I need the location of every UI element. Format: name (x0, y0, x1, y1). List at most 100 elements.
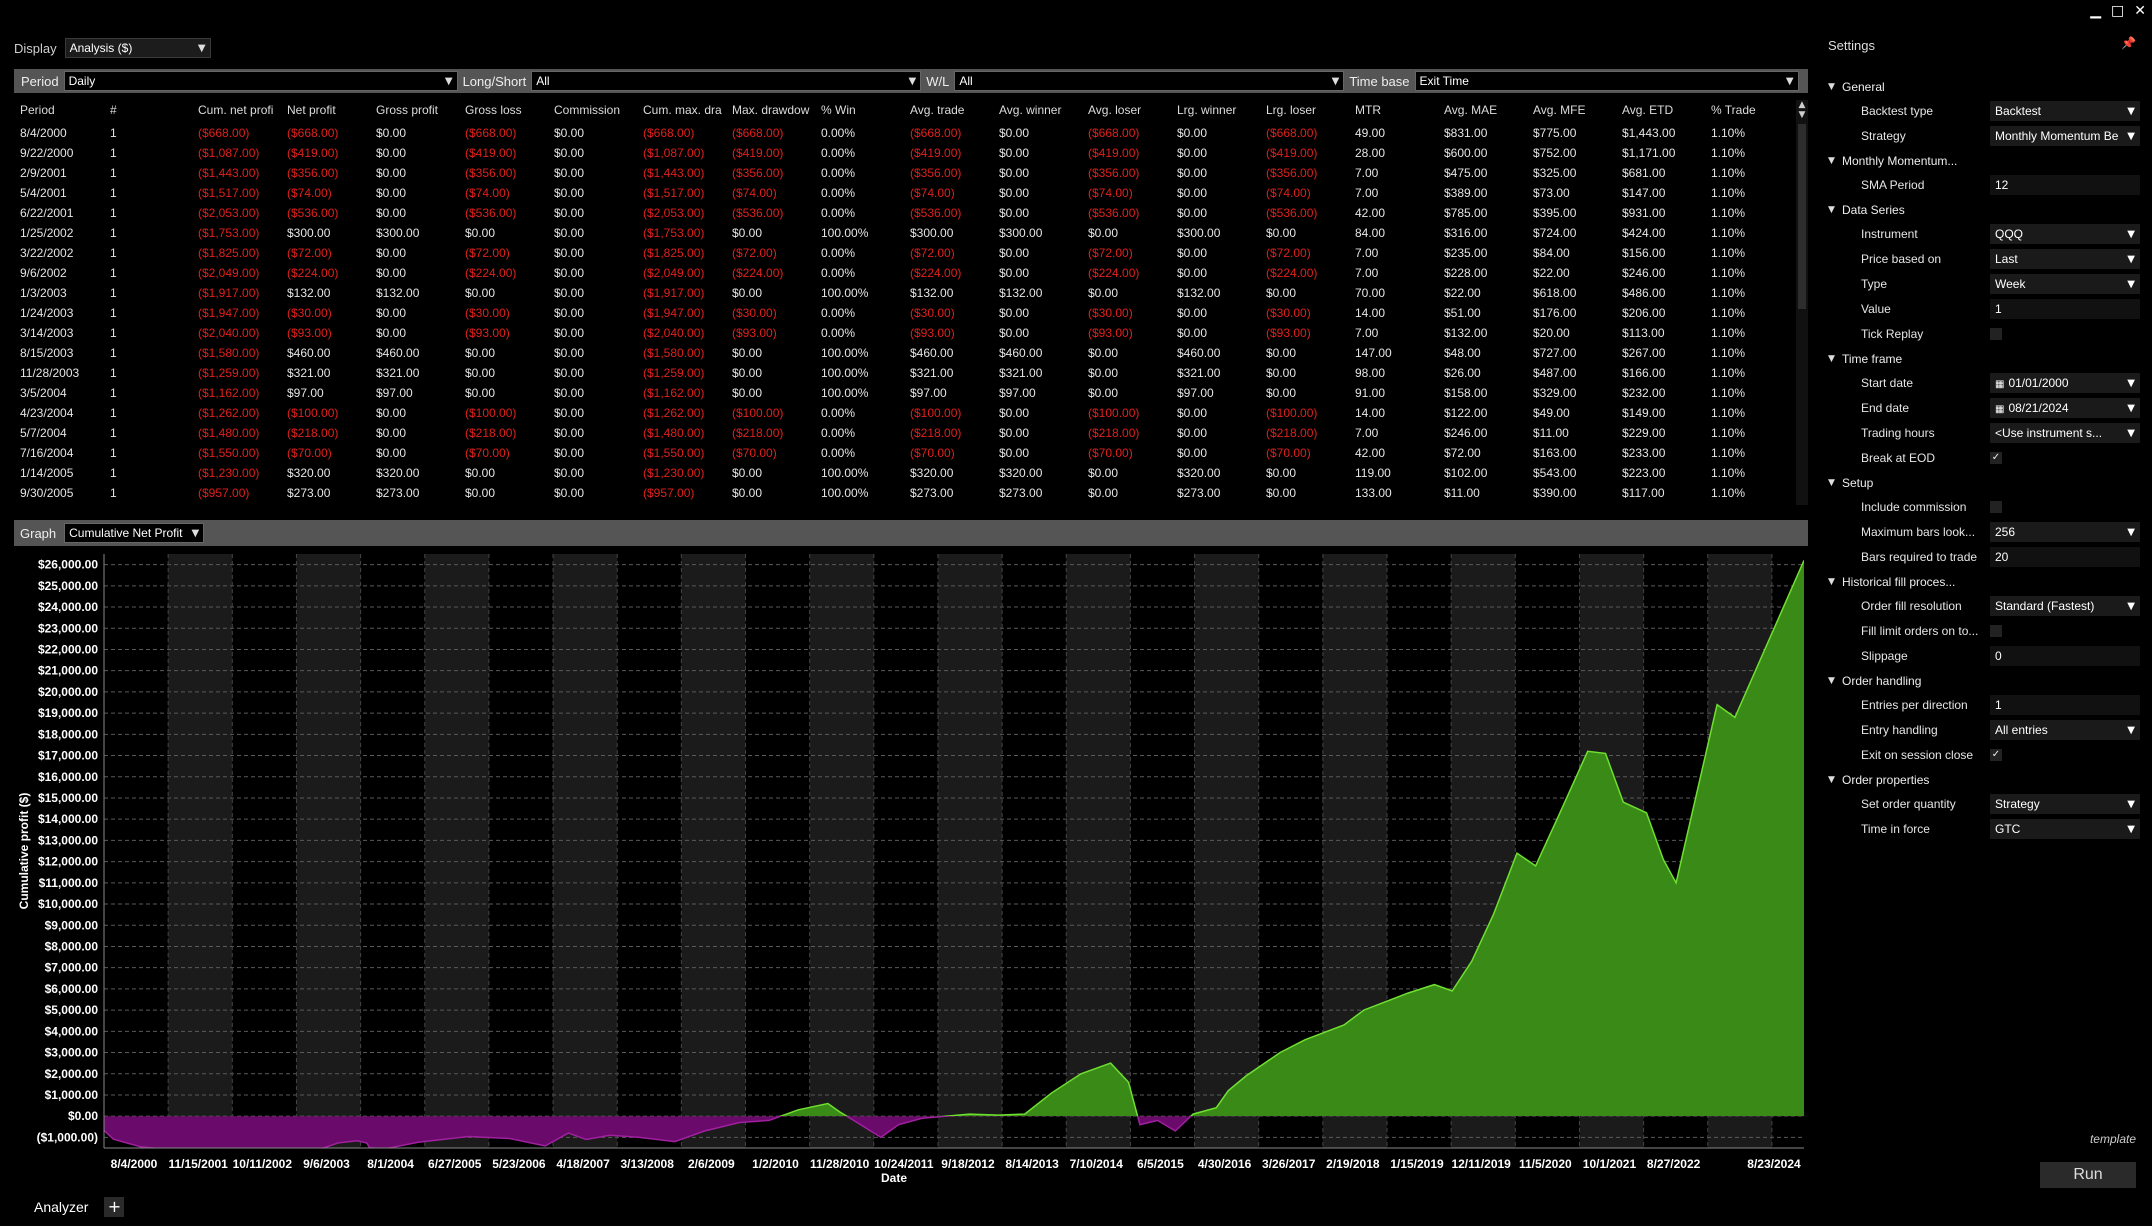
collapse-icon[interactable]: ▼ (1828, 205, 1842, 215)
table-row[interactable]: 9/22/2000 1 ($1,087.00) ($419.00) $0.00 ($419… (14, 143, 1794, 163)
collapse-icon[interactable]: ▼ (1828, 676, 1842, 686)
property-input[interactable]: 12 (1990, 175, 2140, 195)
collapse-icon[interactable]: ▼ (1828, 478, 1842, 488)
table-cell: $97.00 (287, 386, 324, 400)
property-input[interactable]: 0 (1990, 646, 2140, 666)
property-value: 20 (1995, 550, 2009, 564)
property-select[interactable]: <Use instrument s... ▼ (1990, 423, 2140, 443)
property-select[interactable]: 256 ▼ (1990, 522, 2140, 542)
property-select[interactable]: Monthly Momentum Be ▼ (1990, 126, 2140, 146)
column-header[interactable]: Avg. trade (904, 97, 993, 123)
collapse-icon[interactable]: ▼ (1828, 775, 1842, 785)
property-select[interactable]: All entries ▼ (1990, 720, 2140, 740)
property-select[interactable]: Strategy ▼ (1990, 794, 2140, 814)
collapse-icon[interactable]: ▼ (1828, 577, 1842, 587)
graph-select[interactable]: Cumulative Net Profit ▼ (64, 523, 205, 543)
property-select[interactable]: Week ▼ (1990, 274, 2140, 294)
table-row[interactable]: 3/22/2002 1 ($1,825.00) ($72.00) $0.00 ($72.0… (14, 243, 1794, 263)
table-row[interactable]: 5/7/2004 1 ($1,480.00) ($218.00) $0.00 ($218.… (14, 423, 1794, 443)
column-header[interactable]: Avg. loser (1082, 97, 1171, 123)
property-checkbox[interactable] (1990, 328, 2002, 340)
table-row[interactable]: 1/3/2003 1 ($1,917.00) $132.00 $132.00 $0.00 $… (14, 283, 1794, 303)
column-header[interactable]: Commission (548, 97, 637, 123)
long-short-select[interactable]: All ▼ (531, 71, 922, 91)
column-header[interactable]: Avg. MFE (1527, 97, 1616, 123)
property-checkbox[interactable] (1990, 501, 2002, 513)
property-select[interactable]: GTC ▼ (1990, 819, 2140, 839)
close-icon[interactable]: ✕ (2134, 4, 2146, 18)
minimize-icon[interactable]: ▁ (2090, 4, 2101, 18)
table-row[interactable]: 3/14/2003 1 ($2,040.00) ($93.00) $0.00 ($93.0… (14, 323, 1794, 343)
column-header[interactable]: Cum. net profi (192, 97, 281, 123)
table-cell: $727.00 (1533, 346, 1577, 360)
table-row[interactable]: 9/6/2002 1 ($2,049.00) ($224.00) $0.00 ($224.… (14, 263, 1794, 283)
table-row[interactable]: 1/25/2002 1 ($1,753.00) $300.00 $300.00 $0.00… (14, 223, 1794, 243)
table-row[interactable]: 9/30/2005 1 ($957.00) $273.00 $273.00 $0.00 $0… (14, 483, 1794, 503)
column-header[interactable]: Period (14, 97, 104, 123)
table-cell: $273.00 (910, 486, 954, 500)
column-header[interactable]: Net profit (281, 97, 370, 123)
table-row[interactable]: 8/15/2003 1 ($1,580.00) $460.00 $460.00 $0.00… (14, 343, 1794, 363)
table-cell: $206.00 (1622, 306, 1666, 320)
column-header[interactable]: Lrg. loser (1260, 97, 1349, 123)
pin-icon[interactable]: 📌 (2121, 36, 2136, 50)
column-header[interactable]: Avg. ETD (1616, 97, 1705, 123)
property-select[interactable]: Standard (Fastest) ▼ (1990, 596, 2140, 616)
table-row[interactable]: 1/24/2003 1 ($1,947.00) ($30.00) $0.00 ($30.0… (14, 303, 1794, 323)
table-row[interactable]: 8/4/2000 1 ($668.00) ($668.00) $0.00 ($668.00… (14, 123, 1794, 143)
table-cell: $22.00 (1533, 266, 1570, 280)
table-cell: $0.00 (1177, 406, 1208, 420)
settings-property: Tick Replay (1828, 323, 2144, 345)
collapse-icon[interactable]: ▼ (1828, 156, 1842, 166)
table-row[interactable]: 2/9/2001 1 ($1,443.00) ($356.00) $0.00 ($356.… (14, 163, 1794, 183)
add-tab-button[interactable]: + (104, 1197, 125, 1217)
property-select[interactable]: Last ▼ (1990, 249, 2140, 269)
scroll-up-icon[interactable]: ▲ (1796, 100, 1808, 110)
table-scrollbar[interactable]: ▲ ▼ (1796, 100, 1808, 505)
scroll-down-icon[interactable]: ▼ (1796, 110, 1808, 120)
maximize-icon[interactable]: □ (2111, 4, 2124, 18)
table-row[interactable]: 5/4/2001 1 ($1,517.00) ($74.00) $0.00 ($74.00… (14, 183, 1794, 203)
table-row[interactable]: 3/5/2004 1 ($1,162.00) $97.00 $97.00 $0.00 $0.… (14, 383, 1794, 403)
win-loss-select[interactable]: All ▼ (954, 71, 1345, 91)
table-row[interactable]: 11/28/2003 1 ($1,259.00) $321.00 $321.00 $0.0… (14, 363, 1794, 383)
column-header[interactable]: Cum. max. dra (637, 97, 726, 123)
property-input[interactable]: 20 (1990, 547, 2140, 567)
property-name: Break at EOD (1861, 451, 1936, 465)
column-header[interactable]: % Win (815, 97, 904, 123)
collapse-icon[interactable]: ▼ (1828, 82, 1842, 92)
table-cell: 7.00 (1355, 166, 1379, 180)
column-header[interactable]: Gross loss (459, 97, 548, 123)
column-header[interactable]: Gross profit (370, 97, 459, 123)
column-header[interactable]: Max. drawdow (726, 97, 815, 123)
property-checkbox[interactable]: ✓ (1990, 452, 2002, 464)
column-header[interactable]: Lrg. winner (1171, 97, 1260, 123)
property-input[interactable]: 1 (1990, 695, 2140, 715)
table-row[interactable]: 4/23/2004 1 ($1,262.00) ($100.00) $0.00 ($100… (14, 403, 1794, 423)
property-input[interactable]: 1 (1990, 299, 2140, 319)
tab-analyzer[interactable]: Analyzer (34, 1199, 88, 1215)
period-select[interactable]: Daily ▼ (63, 71, 458, 91)
property-date[interactable]: ▦ 01/01/2000 ▼ (1990, 373, 2140, 393)
template-link[interactable]: template (2090, 1132, 2136, 1146)
time-base-select[interactable]: Exit Time ▼ (1414, 71, 1799, 91)
property-name: Fill limit orders on to... (1861, 624, 1979, 638)
column-header[interactable]: MTR (1349, 97, 1438, 123)
column-header[interactable]: % Trade (1705, 97, 1794, 123)
property-select[interactable]: Backtest ▼ (1990, 101, 2140, 121)
run-button[interactable]: Run (2040, 1162, 2136, 1188)
table-cell: ($1,753.00) (198, 226, 260, 240)
column-header[interactable]: # (104, 97, 192, 123)
column-header[interactable]: Avg. MAE (1438, 97, 1527, 123)
display-select[interactable]: Analysis ($) ▼ (64, 38, 211, 58)
scroll-thumb[interactable] (1798, 124, 1806, 309)
property-select[interactable]: QQQ ▼ (1990, 224, 2140, 244)
property-date[interactable]: ▦ 08/21/2024 ▼ (1990, 398, 2140, 418)
collapse-icon[interactable]: ▼ (1828, 354, 1842, 364)
column-header[interactable]: Avg. winner (993, 97, 1082, 123)
table-row[interactable]: 7/16/2004 1 ($1,550.00) ($70.00) $0.00 ($70.0… (14, 443, 1794, 463)
table-row[interactable]: 6/22/2001 1 ($2,053.00) ($536.00) $0.00 ($536… (14, 203, 1794, 223)
table-row[interactable]: 1/14/2005 1 ($1,230.00) $320.00 $320.00 $0.00… (14, 463, 1794, 483)
property-checkbox[interactable]: ✓ (1990, 749, 2002, 761)
property-checkbox[interactable] (1990, 625, 2002, 637)
